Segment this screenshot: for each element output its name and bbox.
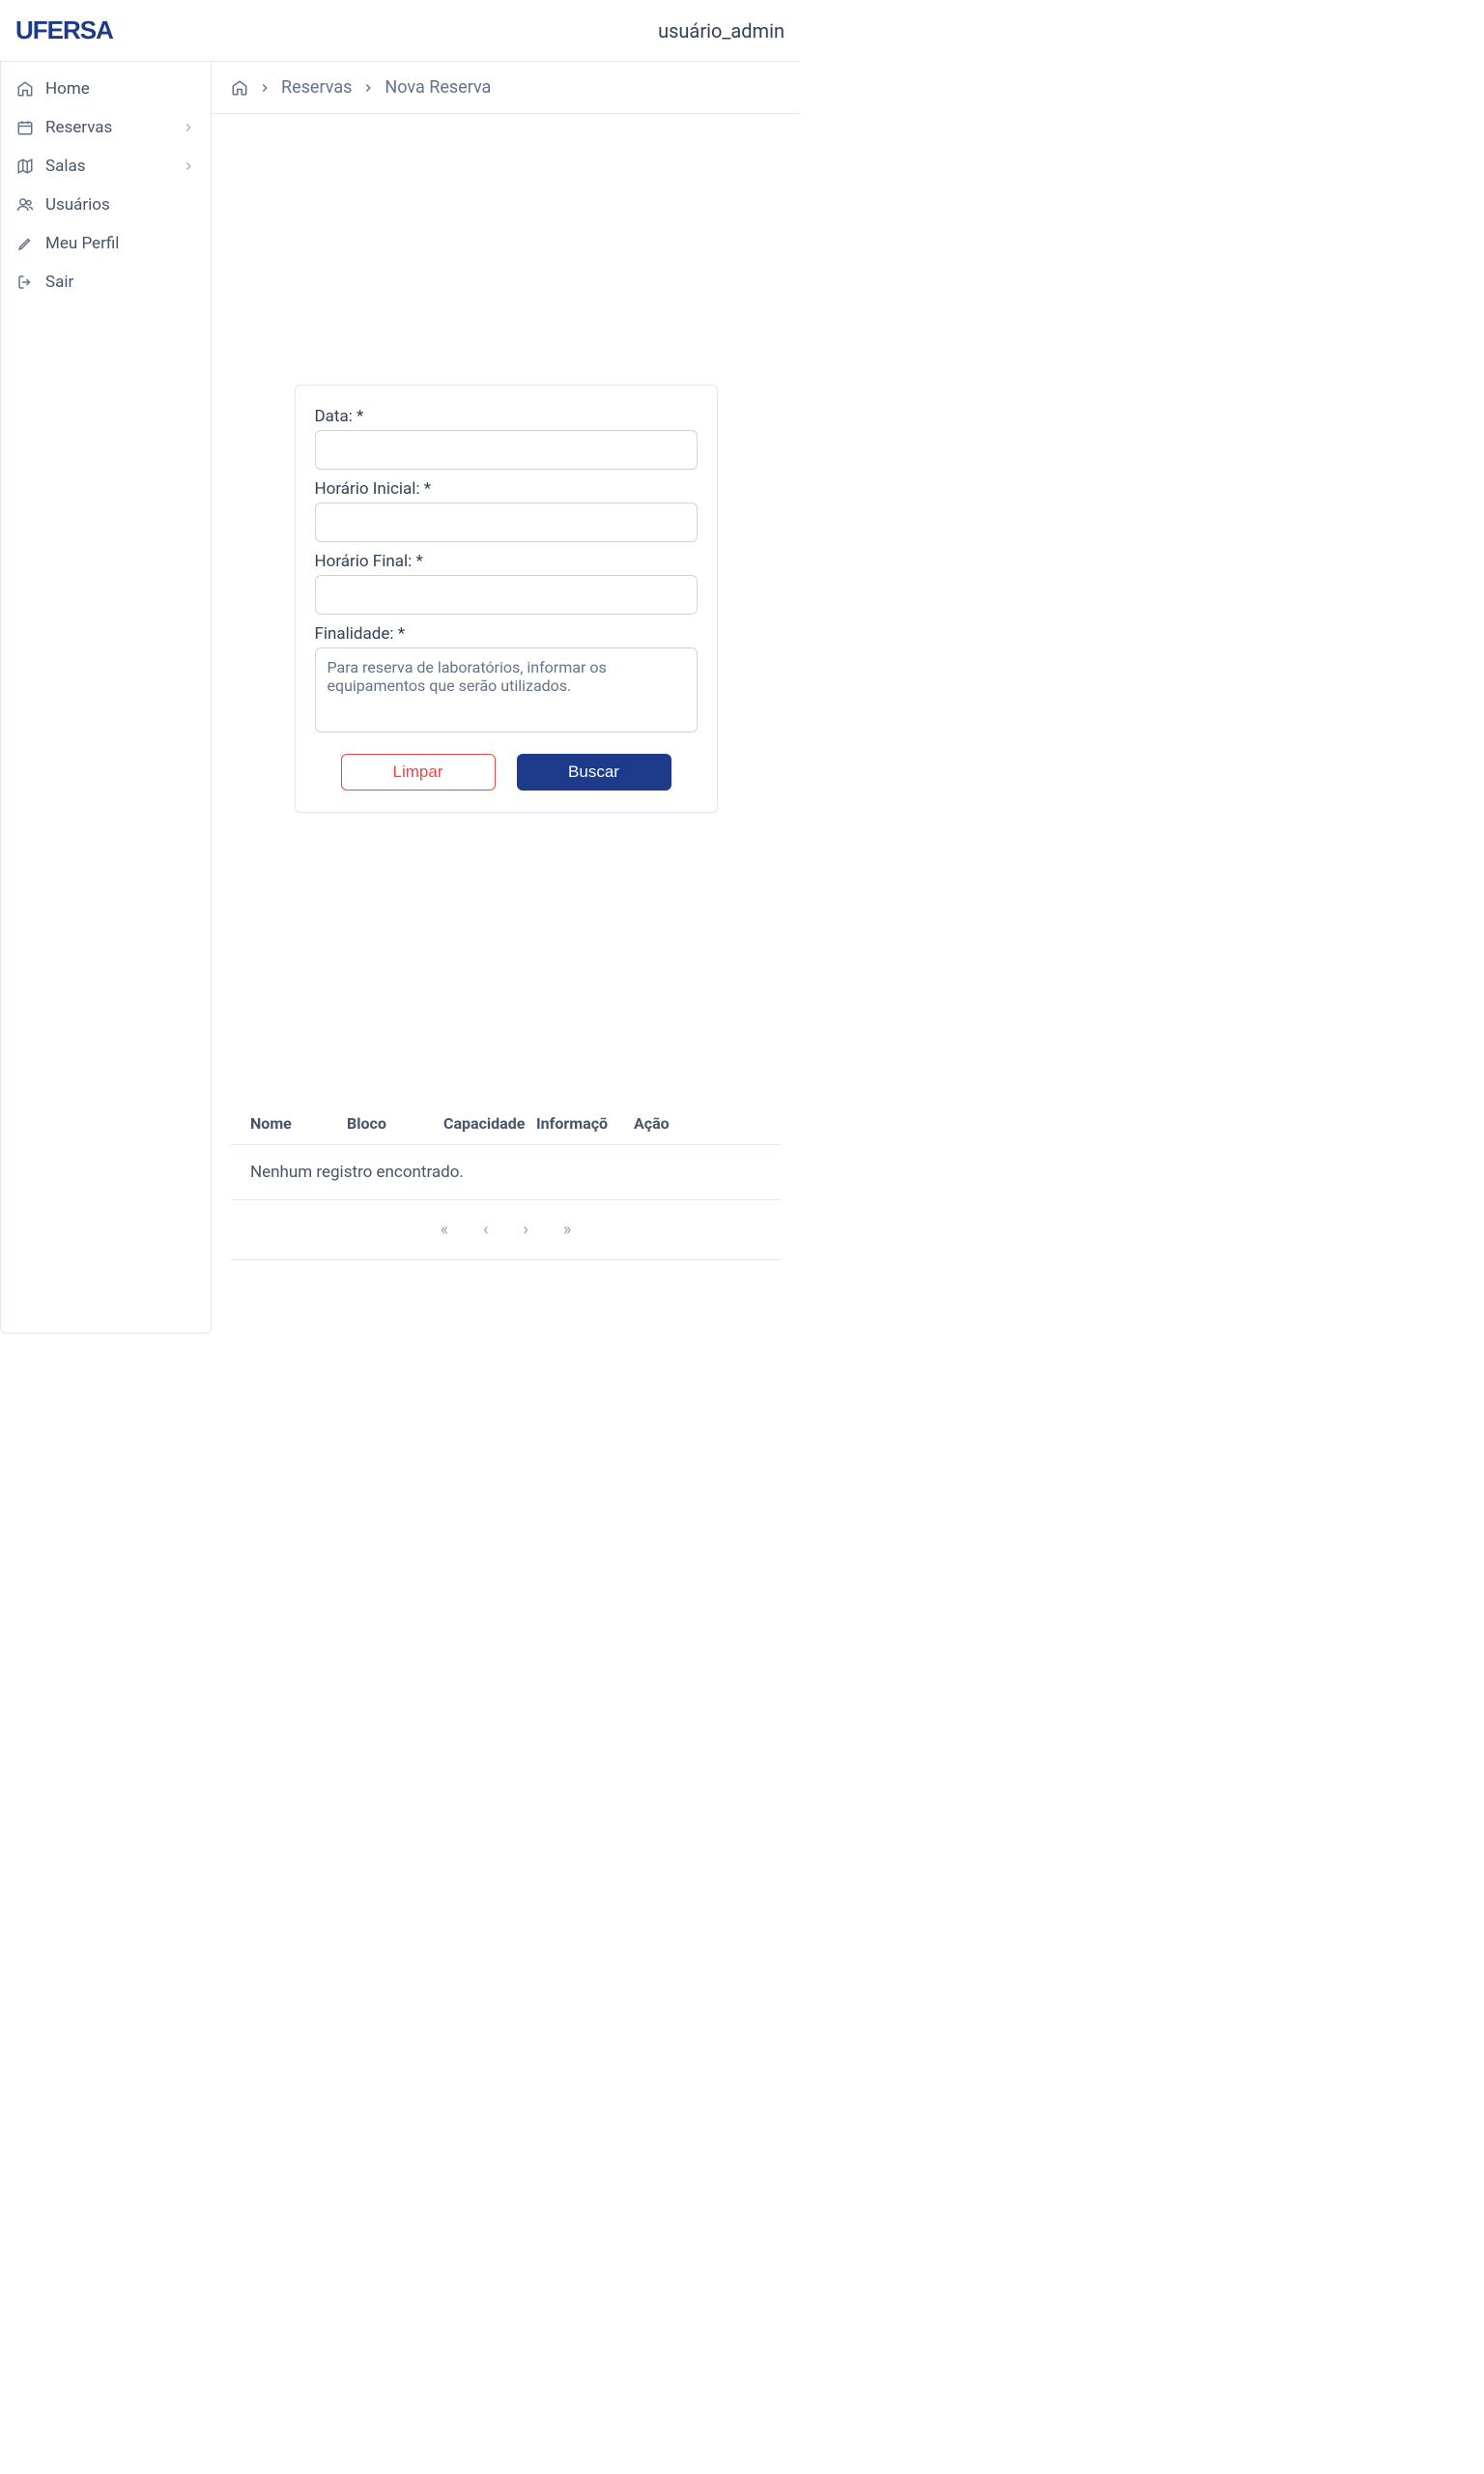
breadcrumb-item: Nova Reserva xyxy=(385,77,491,98)
horario-inicial-label: Horário Inicial: * xyxy=(315,479,698,499)
column-informacoes: Informaçõ xyxy=(536,1114,634,1133)
home-icon xyxy=(16,80,34,98)
header: UFERSA usuário_admin xyxy=(0,0,800,62)
sidebar-item-label: Usuários xyxy=(45,195,110,215)
page-prev-button[interactable]: ‹ xyxy=(483,1220,488,1240)
column-nome: Nome xyxy=(250,1114,347,1133)
horario-final-input[interactable] xyxy=(315,575,698,615)
sidebar-item-home[interactable]: Home xyxy=(1,70,211,108)
logo: UFERSA xyxy=(15,15,113,45)
content: Reservas Nova Reserva Data: * Horário In… xyxy=(212,62,800,1334)
pencil-icon xyxy=(16,235,34,252)
calendar-icon xyxy=(16,119,34,136)
sidebar-item-sair[interactable]: Sair xyxy=(1,263,211,302)
home-icon[interactable] xyxy=(231,79,248,97)
sidebar-item-label: Home xyxy=(45,79,90,99)
search-button[interactable]: Buscar xyxy=(517,754,671,791)
chevron-right-icon xyxy=(182,159,195,173)
sidebar-item-label: Sair xyxy=(45,273,73,292)
column-acao: Ação xyxy=(634,1114,692,1133)
table-area: Nome Bloco Capacidade Informaçõ Ação Nen… xyxy=(231,1103,781,1260)
data-input[interactable] xyxy=(315,430,698,470)
sidebar-item-meu-perfil[interactable]: Meu Perfil xyxy=(1,224,211,263)
logout-icon xyxy=(16,273,34,291)
page-last-button[interactable]: » xyxy=(563,1220,571,1240)
page-first-button[interactable]: « xyxy=(441,1220,448,1240)
map-icon xyxy=(16,158,34,175)
sidebar-item-label: Reservas xyxy=(45,118,112,137)
sidebar-item-salas[interactable]: Salas xyxy=(1,147,211,186)
sidebar-item-usuarios[interactable]: Usuários xyxy=(1,186,211,224)
horario-inicial-input[interactable] xyxy=(315,503,698,542)
column-capacidade: Capacidade xyxy=(443,1114,536,1133)
sidebar-item-label: Salas xyxy=(45,157,86,176)
table-empty-message: Nenhum registro encontrado. xyxy=(231,1144,781,1200)
finalidade-input[interactable] xyxy=(315,647,698,733)
chevron-right-icon xyxy=(258,81,271,95)
horario-final-label: Horário Final: * xyxy=(315,552,698,571)
sidebar-item-label: Meu Perfil xyxy=(45,234,119,253)
chevron-right-icon xyxy=(182,121,195,134)
form-card: Data: * Horário Inicial: * Horário Final… xyxy=(295,385,718,813)
page-next-button[interactable]: › xyxy=(524,1220,528,1240)
data-label: Data: * xyxy=(315,407,698,426)
users-icon xyxy=(16,196,34,214)
clear-button[interactable]: Limpar xyxy=(341,754,496,791)
column-bloco: Bloco xyxy=(347,1114,443,1133)
sidebar: Home Reservas Salas Usuários xyxy=(0,62,212,1334)
breadcrumb-item[interactable]: Reservas xyxy=(281,77,352,98)
chevron-right-icon xyxy=(361,81,375,95)
main-layout: Home Reservas Salas Usuários xyxy=(0,62,800,1334)
breadcrumb: Reservas Nova Reserva xyxy=(212,62,800,114)
pagination: « ‹ › » xyxy=(231,1200,781,1260)
user-name[interactable]: usuário_admin xyxy=(658,19,785,43)
table-header: Nome Bloco Capacidade Informaçõ Ação xyxy=(231,1103,781,1144)
sidebar-item-reservas[interactable]: Reservas xyxy=(1,108,211,147)
finalidade-label: Finalidade: * xyxy=(315,624,698,644)
